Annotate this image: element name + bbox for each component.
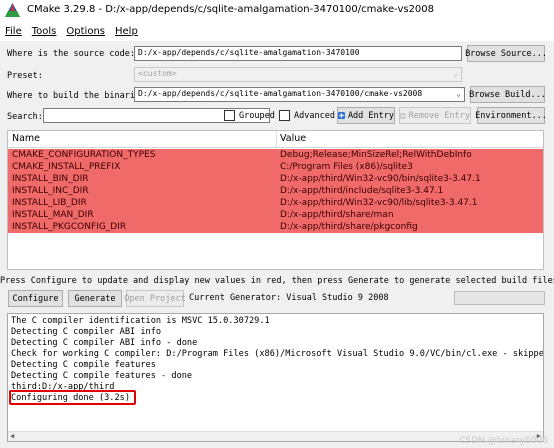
source-label: Where is the source code: xyxy=(7,49,135,59)
remove-entry-label: Remove Entry xyxy=(408,110,470,121)
add-entry-button[interactable]: Add Entry xyxy=(337,107,395,124)
table-row[interactable]: CMAKE_INSTALL_PREFIX C:/Program Files (x8… xyxy=(8,161,543,173)
log-line: Detecting C compile features - done xyxy=(11,371,193,381)
row-name: INSTALL_MAN_DIR xyxy=(12,210,94,220)
watermark: CSDN @binary0006 xyxy=(459,436,548,446)
configure-hint: Press Configure to update and display ne… xyxy=(0,276,554,286)
build-label: Where to build the binaries: xyxy=(7,91,151,101)
remove-entry-button[interactable]: Remove Entry xyxy=(399,107,471,124)
output-log[interactable]: The C compiler identification is MSVC 15… xyxy=(7,313,544,442)
menu-file[interactable]: File xyxy=(5,26,22,37)
log-line: Check for working C compiler: D:/Program… xyxy=(11,349,544,359)
column-divider[interactable] xyxy=(276,131,277,148)
menu-options[interactable]: Options xyxy=(66,26,105,37)
chevron-down-icon: ⌄ xyxy=(456,89,461,98)
row-name: INSTALL_BIN_DIR xyxy=(12,174,89,184)
row-name: INSTALL_LIB_DIR xyxy=(12,198,87,208)
highlight-annotation xyxy=(9,390,136,405)
cache-table[interactable]: Name Value CMAKE_CONFIGURATION_TYPES Debu… xyxy=(7,130,544,270)
log-line: Detecting C compile features xyxy=(11,360,156,370)
table-row[interactable]: INSTALL_BIN_DIR D:/x-app/third/Win32-vc90… xyxy=(8,173,543,185)
window-title: CMake 3.29.8 - D:/x-app/depends/c/sqlite… xyxy=(27,4,435,15)
row-value: D:/x-app/third/include/sqlite3-3.47.1 xyxy=(280,186,444,196)
log-line: The C compiler identification is MSVC 15… xyxy=(11,316,270,326)
column-header-value[interactable]: Value xyxy=(280,133,306,144)
progress-bar xyxy=(454,291,545,305)
open-project-button[interactable]: Open Project xyxy=(124,290,186,307)
row-value: D:/x-app/third/Win32-vc90/lib/sqlite3-3.… xyxy=(280,198,478,208)
current-generator-label: Current Generator: Visual Studio 9 2008 xyxy=(189,293,389,303)
environment-button[interactable]: Environment... xyxy=(475,107,547,124)
table-row[interactable]: INSTALL_LIB_DIR D:/x-app/third/Win32-vc90… xyxy=(8,197,543,209)
log-line: Detecting C compiler ABI info - done xyxy=(11,338,198,348)
cmake-logo-icon xyxy=(5,3,20,17)
scroll-left-icon[interactable]: ◀ xyxy=(10,431,14,441)
menu-bar: File Tools Options Help xyxy=(0,21,554,41)
configure-button[interactable]: Configure xyxy=(8,290,63,307)
row-value: D:/x-app/third/share/pkgconfig xyxy=(280,222,418,232)
grouped-label: Grouped xyxy=(239,110,275,121)
row-value: Debug;Release;MinSizeRel;RelWithDebInfo xyxy=(280,150,472,160)
title-bar: CMake 3.29.8 - D:/x-app/depends/c/sqlite… xyxy=(0,0,554,21)
table-row[interactable]: INSTALL_PKGCONFIG_DIR D:/x-app/third/shar… xyxy=(8,221,543,233)
chevron-down-icon: ⌄ xyxy=(453,69,458,78)
row-value: D:/x-app/third/Win32-vc90/bin/sqlite3-3.… xyxy=(280,174,481,184)
row-value: C:/Program Files (x86)/sqlite3 xyxy=(280,162,413,172)
remove-icon xyxy=(400,112,406,119)
search-label: Search: xyxy=(7,112,43,122)
log-line: Detecting C compiler ABI info xyxy=(11,327,162,337)
row-name: CMAKE_CONFIGURATION_TYPES xyxy=(12,150,156,160)
build-path-combo[interactable]: D:/x-app/depends/c/sqlite-amalgamation-3… xyxy=(134,87,465,102)
grouped-checkbox[interactable]: Grouped xyxy=(224,110,275,121)
browse-source-button[interactable]: Browse Source... xyxy=(465,45,547,62)
column-header-name[interactable]: Name xyxy=(12,133,40,144)
table-row[interactable]: INSTALL_INC_DIR D:/x-app/third/include/sq… xyxy=(8,185,543,197)
source-path-field[interactable]: D:/x-app/depends/c/sqlite-amalgamation-3… xyxy=(134,46,462,61)
row-value: D:/x-app/third/share/man xyxy=(280,210,394,220)
preset-label: Preset: xyxy=(7,71,43,81)
table-row[interactable]: CMAKE_CONFIGURATION_TYPES Debug;Release;M… xyxy=(8,149,543,161)
menu-help[interactable]: Help xyxy=(115,26,138,37)
browse-build-button[interactable]: Browse Build... xyxy=(469,86,546,103)
menu-tools[interactable]: Tools xyxy=(32,26,57,37)
checkbox-box xyxy=(224,110,235,121)
row-name: INSTALL_INC_DIR xyxy=(12,186,89,196)
checkbox-box xyxy=(279,110,290,121)
table-row[interactable]: INSTALL_MAN_DIR D:/x-app/third/share/man xyxy=(8,209,543,221)
table-header: Name Value xyxy=(8,131,543,148)
row-name: CMAKE_INSTALL_PREFIX xyxy=(12,162,121,172)
add-entry-label: Add Entry xyxy=(347,110,394,121)
advanced-label: Advanced xyxy=(294,110,335,121)
generate-button[interactable]: Generate xyxy=(68,290,122,307)
advanced-checkbox[interactable]: Advanced xyxy=(279,110,335,121)
preset-combo[interactable]: <custom> ⌄ xyxy=(134,67,462,82)
plus-icon xyxy=(338,112,345,119)
row-name: INSTALL_PKGCONFIG_DIR xyxy=(12,222,127,232)
